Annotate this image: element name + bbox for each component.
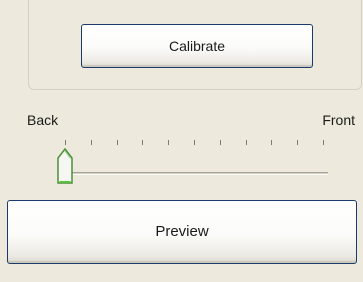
slider-tick: [297, 140, 298, 145]
preview-button[interactable]: Preview: [7, 200, 357, 264]
slider-tick: [271, 140, 272, 145]
slider-track[interactable]: [64, 172, 328, 175]
slider-tick: [117, 140, 118, 145]
slider-tick: [194, 140, 195, 145]
slider-tick: [168, 140, 169, 145]
slider-tick: [246, 140, 247, 145]
slider-thumb[interactable]: [56, 148, 74, 186]
slider-tick: [323, 140, 324, 145]
slider-max-label: Front: [322, 112, 355, 128]
calibrate-button[interactable]: Calibrate: [81, 24, 313, 68]
slider-tick: [65, 140, 66, 145]
slider-tick: [220, 140, 221, 145]
slider-tick: [142, 140, 143, 145]
slider-min-label: Back: [27, 112, 59, 128]
slider-tick: [91, 140, 92, 145]
